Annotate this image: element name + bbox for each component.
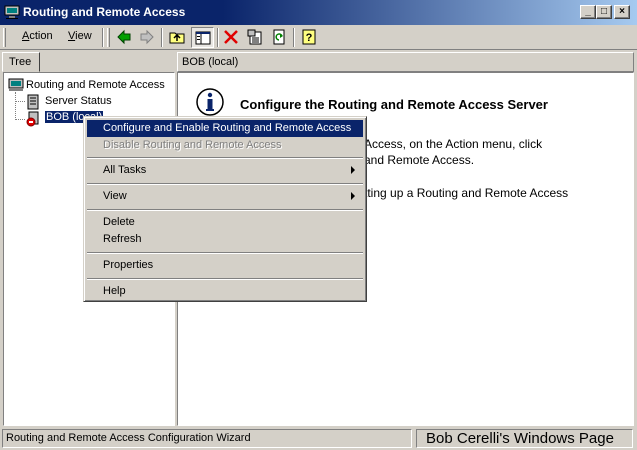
menu-view-submenu[interactable]: View [87, 188, 363, 205]
submenu-arrow-icon [351, 166, 355, 174]
menu-action[interactable]: Action [22, 30, 53, 42]
routing-root-icon [8, 78, 24, 91]
context-menu: Configure and Enable Routing and Remote … [83, 116, 367, 302]
submenu-arrow-icon [351, 192, 355, 200]
properties-button[interactable] [244, 27, 267, 48]
configure-title: Configure the Routing and Remote Access … [240, 97, 548, 112]
maximize-icon: □ [600, 6, 608, 17]
up-one-level-button[interactable] [166, 27, 189, 48]
show-hide-tree-button[interactable] [191, 27, 214, 48]
toolbar-separator [293, 28, 295, 47]
show-hide-tree-icon [195, 31, 211, 45]
properties-icon [247, 29, 262, 45]
refresh-button[interactable] [268, 27, 291, 48]
mmc-window: Routing and Remote Access _ □ × Action V… [0, 0, 637, 450]
tree-root-label[interactable]: Routing and Remote Access [26, 79, 165, 91]
help-icon: ? [302, 29, 316, 45]
menu-refresh-label: Refresh [103, 233, 142, 245]
minimize-button[interactable]: _ [580, 5, 596, 19]
tree-connector [15, 119, 25, 120]
menu-delete-label: Delete [103, 216, 135, 228]
close-icon: × [619, 6, 625, 17]
help-button[interactable]: ? [298, 27, 321, 48]
status-bar: Routing and Remote Access Configuration … [0, 427, 637, 450]
toolbar-separator [161, 28, 163, 47]
back-arrow-icon [117, 29, 131, 45]
maximize-button[interactable]: □ [596, 5, 612, 19]
toolbar-grip[interactable] [3, 28, 6, 47]
delete-icon [224, 30, 238, 44]
svg-text:?: ? [306, 32, 313, 44]
info-icon [196, 88, 224, 116]
menu-disable-label: Disable Routing and Remote Access [103, 139, 282, 151]
routing-app-icon [4, 5, 20, 19]
tab-tree[interactable]: Tree [2, 52, 40, 72]
tab-tree-label: Tree [9, 56, 32, 68]
instructions-line-3: tting up a Routing and Remote Access [364, 186, 569, 200]
menu-disable: Disable Routing and Remote Access [87, 137, 363, 154]
back-button[interactable] [113, 27, 136, 48]
menu-view[interactable]: View [68, 30, 92, 42]
menu-separator [87, 183, 363, 185]
server-status-icon [27, 94, 39, 110]
toolbar-separator [102, 28, 104, 47]
title-bar[interactable]: Routing and Remote Access _ □ × [0, 0, 637, 25]
right-pane-header-label: BOB (local) [182, 56, 239, 68]
menu-all-tasks[interactable]: All Tasks [87, 162, 363, 179]
window-title: Routing and Remote Access [23, 5, 186, 19]
menu-view-label: iew [75, 30, 92, 42]
menu-configure-enable-label: Configure and Enable Routing and Remote … [103, 122, 352, 134]
menu-view-submenu-label: View [103, 190, 127, 202]
refresh-icon [273, 29, 285, 45]
status-watermark: Bob Cerelli's Windows Page [416, 429, 633, 448]
menu-action-label: ction [29, 30, 53, 42]
tree-connector [15, 101, 25, 102]
instructions-line-2: and Remote Access. [364, 153, 475, 167]
menu-help-label: Help [103, 285, 126, 297]
forward-arrow-icon [140, 29, 154, 45]
status-text: Routing and Remote Access Configuration … [2, 429, 412, 448]
menu-separator [87, 209, 363, 211]
menu-delete[interactable]: Delete [87, 214, 363, 231]
menu-all-tasks-label: All Tasks [103, 164, 147, 176]
toolbar-separator [217, 28, 219, 47]
tree-server-status[interactable]: Server Status [45, 95, 112, 107]
menu-separator [87, 157, 363, 159]
menu-properties[interactable]: Properties [87, 257, 363, 274]
right-pane-header: BOB (local) [177, 52, 634, 72]
menu-properties-label: Properties [103, 259, 154, 271]
tree-connector [15, 92, 16, 120]
menu-refresh[interactable]: Refresh [87, 231, 363, 248]
forward-button[interactable] [136, 27, 159, 48]
menu-help[interactable]: Help [87, 283, 363, 300]
menu-toolbar: Action View ? [0, 25, 637, 50]
toolbar-grip[interactable] [107, 28, 110, 47]
minimize-icon: _ [585, 6, 591, 17]
close-button[interactable]: × [614, 5, 630, 19]
menu-separator [87, 252, 363, 254]
instructions-line-1: Access, on the Action menu, click [364, 137, 543, 151]
server-stopped-icon [26, 111, 39, 127]
delete-button[interactable] [220, 27, 243, 48]
up-folder-icon [169, 32, 185, 44]
menu-separator [87, 278, 363, 280]
menu-configure-enable[interactable]: Configure and Enable Routing and Remote … [87, 120, 363, 137]
